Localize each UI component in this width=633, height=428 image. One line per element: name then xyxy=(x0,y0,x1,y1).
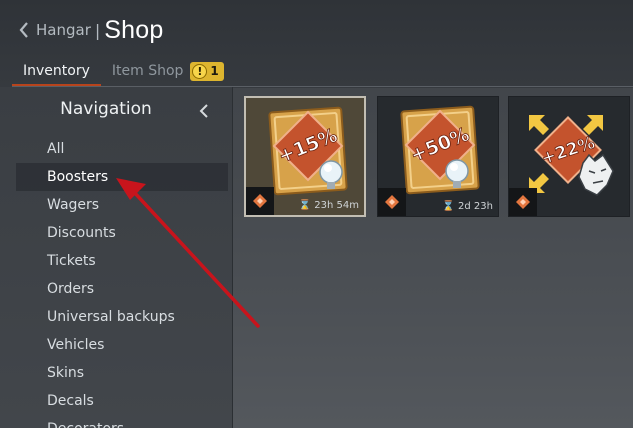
navigation-list: All Boosters Wagers Discounts Tickets Or… xyxy=(16,135,228,428)
booster-timer: ⌛ 23h 54m xyxy=(298,200,359,211)
sidebar-item-decorators[interactable]: Decorators xyxy=(16,415,228,428)
tab-item-shop[interactable]: Item Shop ! 1 xyxy=(101,56,235,86)
exclamation-icon: ! xyxy=(192,63,208,79)
wolf-head-icon xyxy=(578,153,614,196)
sidebar-item-wagers[interactable]: Wagers xyxy=(16,191,228,219)
booster-card-2[interactable]: +50% ⌛ 2d 23h xyxy=(377,96,499,217)
sidebar-item-discounts[interactable]: Discounts xyxy=(16,219,228,247)
sidebar-item-universal-backups[interactable]: Universal backups xyxy=(16,303,228,331)
sidebar-item-all[interactable]: All xyxy=(16,135,228,163)
booster-timer-text: 2d 23h xyxy=(458,201,493,212)
navigation-sidebar: Navigation All Boosters Wagers Discounts… xyxy=(0,87,233,428)
badge-count: 1 xyxy=(210,64,219,78)
booster-card-1[interactable]: +15% ⌛ 23h 54m xyxy=(244,96,366,217)
sidebar-item-decals[interactable]: Decals xyxy=(16,387,228,415)
breadcrumb-separator: | xyxy=(94,20,101,40)
booster-timer: ⌛ 2d 23h xyxy=(442,201,493,212)
inventory-grid: +15% ⌛ 23h 54m +50% ⌛ 2d 23h +22% xyxy=(233,87,633,428)
sidebar-item-boosters[interactable]: Boosters xyxy=(16,163,228,191)
rank-diamond-icon xyxy=(509,188,537,216)
notification-badge: ! 1 xyxy=(190,61,224,81)
page-title: Shop xyxy=(104,15,164,44)
tab-item-shop-label: Item Shop xyxy=(111,63,184,79)
tab-inventory-label: Inventory xyxy=(23,63,90,79)
tab-inventory[interactable]: Inventory xyxy=(12,56,101,87)
collapse-sidebar-icon[interactable] xyxy=(196,101,212,121)
navigation-title: Navigation xyxy=(60,99,152,119)
sidebar-item-vehicles[interactable]: Vehicles xyxy=(16,331,228,359)
top-bar: Hangar | Shop Inventory Item Shop ! 1 xyxy=(0,0,633,88)
booster-card-3[interactable]: +22% xyxy=(508,96,630,217)
breadcrumb: Hangar | Shop xyxy=(18,12,163,48)
rank-diamond-icon xyxy=(246,187,274,215)
sidebar-item-orders[interactable]: Orders xyxy=(16,275,228,303)
tab-bar: Inventory Item Shop ! 1 xyxy=(12,56,235,87)
rank-diamond-icon xyxy=(378,188,406,216)
sidebar-item-skins[interactable]: Skins xyxy=(16,359,228,387)
chevron-left-icon[interactable] xyxy=(18,20,32,40)
back-to-hangar-link[interactable]: Hangar xyxy=(36,21,91,39)
sidebar-item-tickets[interactable]: Tickets xyxy=(16,247,228,275)
booster-timer-text: 23h 54m xyxy=(314,200,359,211)
